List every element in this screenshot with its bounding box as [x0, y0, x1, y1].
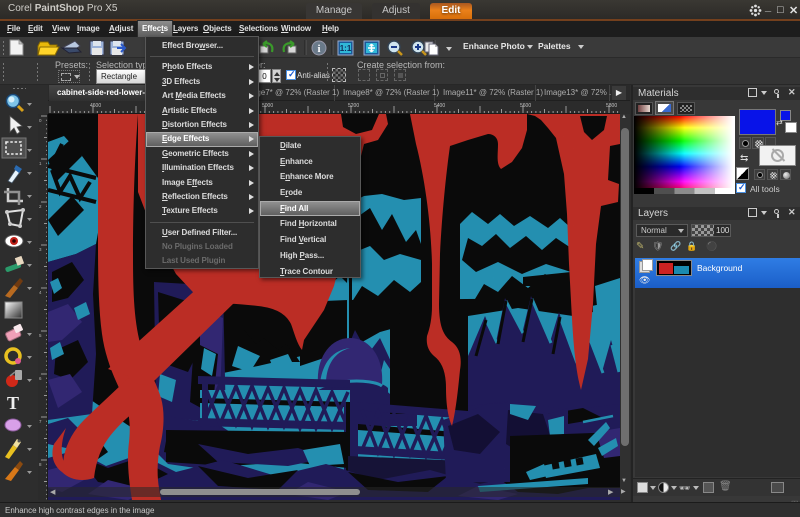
svg-text:T: T — [7, 393, 19, 413]
svg-text:i: i — [317, 43, 320, 55]
svg-text:5800: 5800 — [606, 103, 617, 109]
svg-text:5200: 5200 — [348, 103, 359, 109]
svg-text:1:1: 1:1 — [340, 44, 352, 53]
svg-text:5000: 5000 — [262, 103, 273, 109]
svg-text:4600: 4600 — [90, 103, 101, 109]
svg-text:5400: 5400 — [434, 103, 445, 109]
svg-text:5600: 5600 — [520, 103, 531, 109]
